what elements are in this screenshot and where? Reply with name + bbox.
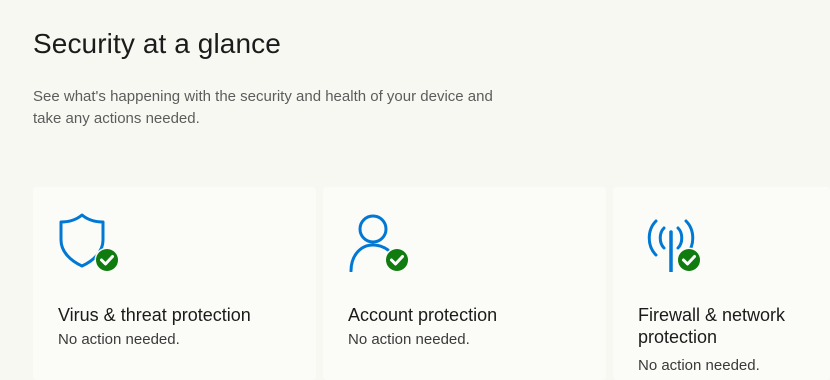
card-title: Account protection xyxy=(348,305,498,325)
card-title: Firewall & network protection xyxy=(638,305,786,347)
card-title: Virus & threat protection xyxy=(58,305,251,325)
card-status: No action needed. xyxy=(638,357,760,374)
security-overview-page: Security at a glance See what's happenin… xyxy=(0,0,830,380)
card-status: No action needed. xyxy=(58,331,180,348)
card-status: No action needed. xyxy=(348,331,470,348)
virus-threat-protection-card[interactable]: Virus & threat protection No action need… xyxy=(33,187,316,380)
account-protection-card[interactable]: Account protection No action needed. xyxy=(323,187,606,380)
firewall-network-protection-card[interactable]: Firewall & network protection No action … xyxy=(613,187,830,380)
antenna-icon xyxy=(637,212,707,274)
person-icon xyxy=(347,212,417,273)
page-subtitle: See what's happening with the security a… xyxy=(33,88,493,127)
shield-icon xyxy=(57,212,127,273)
page-title: Security at a glance xyxy=(33,28,281,59)
